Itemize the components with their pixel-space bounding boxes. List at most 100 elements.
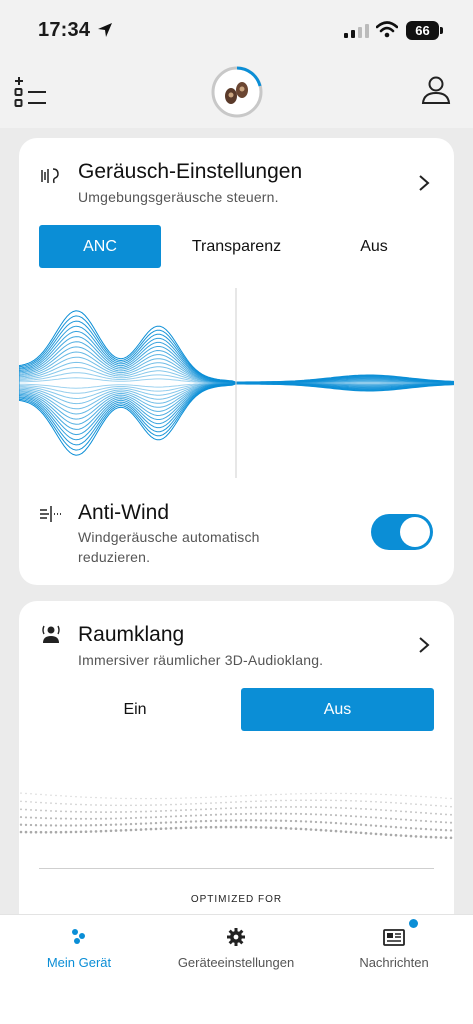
tab-news[interactable]: Nachrichten [315,915,473,985]
spatial-dot [314,820,318,824]
spatial-dot [300,799,302,802]
spatial-dot [130,810,132,813]
spatial-dot [430,804,432,807]
mode-transparency-button[interactable]: Transparenz [169,225,304,268]
spatial-dot [280,805,282,808]
spatial-dot [359,815,363,818]
spatial-dot [119,829,123,832]
spatial-dot [94,824,98,827]
spatial-dot [80,796,82,798]
spatial-dot [380,801,382,803]
spatial-dot [370,793,372,795]
spatial-dot [129,828,133,832]
spatial-dot [59,830,63,834]
mode-anc-button[interactable]: ANC [39,225,161,268]
chevron-right-icon[interactable] [418,174,430,192]
profile-icon[interactable] [420,75,452,107]
spatial-dot [359,823,363,826]
spatial-dot [205,802,207,805]
spatial-dot [405,794,407,797]
spatial-dot [335,806,337,809]
spatial-dot [309,813,313,816]
spatial-dot [384,833,388,836]
spatial-dot [415,803,417,806]
spatial-dot [355,793,357,795]
spatial-on-button[interactable]: Ein [39,688,231,731]
spatial-dot [229,825,233,829]
spatial-dot [310,799,312,802]
spatial-dot [435,812,437,815]
spatial-dot [330,799,332,802]
spatial-dot [75,810,77,813]
spatial-dot [39,824,43,827]
spatial-dot [275,806,277,808]
spatial-dot [29,823,33,827]
mode-off-button[interactable]: Aus [314,225,434,268]
spatial-dot [309,820,313,823]
spatial-dot [315,792,317,795]
spatial-dot [134,828,138,832]
spatial-dot [59,817,63,820]
spatial-dot [404,818,408,821]
spatial-dot [30,808,32,811]
chevron-right-icon[interactable] [418,636,430,654]
spatial-dot [209,825,213,829]
spatial-audio-title: Raumklang [78,623,185,646]
status-time: 17:34 [38,19,91,41]
spatial-dot [214,819,218,822]
spatial-dot [149,827,153,831]
spatial-dot [300,805,302,808]
spatial-dot [209,813,213,816]
spatial-dot [85,796,87,798]
spatial-dot [369,816,373,819]
spatial-dot [250,806,252,809]
spatial-dot [214,825,218,829]
tab-my-device[interactable]: Mein Gerät [0,915,158,985]
spatial-dot [130,804,132,807]
device-avatar-icon[interactable] [211,66,263,118]
spatial-dot [119,817,123,820]
spatial-person-icon [42,625,60,643]
spatial-dot [25,800,27,803]
spatial-dot [99,817,103,820]
spatial-dot [135,810,137,813]
spatial-dot [295,805,297,808]
anti-wind-toggle[interactable] [371,514,433,550]
tab-device-settings[interactable]: Geräteeinstellungen [157,915,315,985]
spatial-dot [199,814,203,817]
spatial-dot [169,827,173,830]
spatial-dot [414,827,418,830]
spatial-dot [210,802,212,804]
noise-settings-title: Geräusch-Einstellungen [78,160,303,183]
spatial-dot [210,808,212,810]
spatial-dot [419,835,423,838]
spatial-dot [319,821,323,824]
spatial-dot [240,795,242,797]
spatial-dot [414,835,418,838]
spatial-dot [95,811,97,813]
add-list-icon[interactable] [14,75,48,109]
spatial-audio-card: Raumklang Immersiver räumlicher 3D-Audio… [19,601,454,931]
spatial-dot [280,799,282,802]
spatial-dot [200,808,202,811]
spatial-dot [105,804,107,807]
spatial-dot [180,803,182,806]
spatial-dot [79,824,83,827]
spatial-off-button[interactable]: Aus [241,688,434,731]
spatial-dot [179,826,183,830]
spatial-dot [415,811,417,814]
spatial-dot [149,816,153,819]
spatial-dot [194,814,198,817]
status-bar: 17:34 66 [0,0,473,60]
spatial-dot [245,800,247,803]
spatial-dot [449,829,453,832]
spatial-dot [449,821,453,824]
spatial-dot [355,800,357,802]
spatial-dot [104,829,108,833]
spatial-dot [385,809,387,812]
spatial-dot [220,807,222,810]
spatial-dot [20,792,22,794]
spatial-dot [229,819,233,822]
spatial-dot [40,801,42,804]
noise-settings-card: Geräusch-Einstellungen Umgebungsgeräusch… [19,138,454,585]
